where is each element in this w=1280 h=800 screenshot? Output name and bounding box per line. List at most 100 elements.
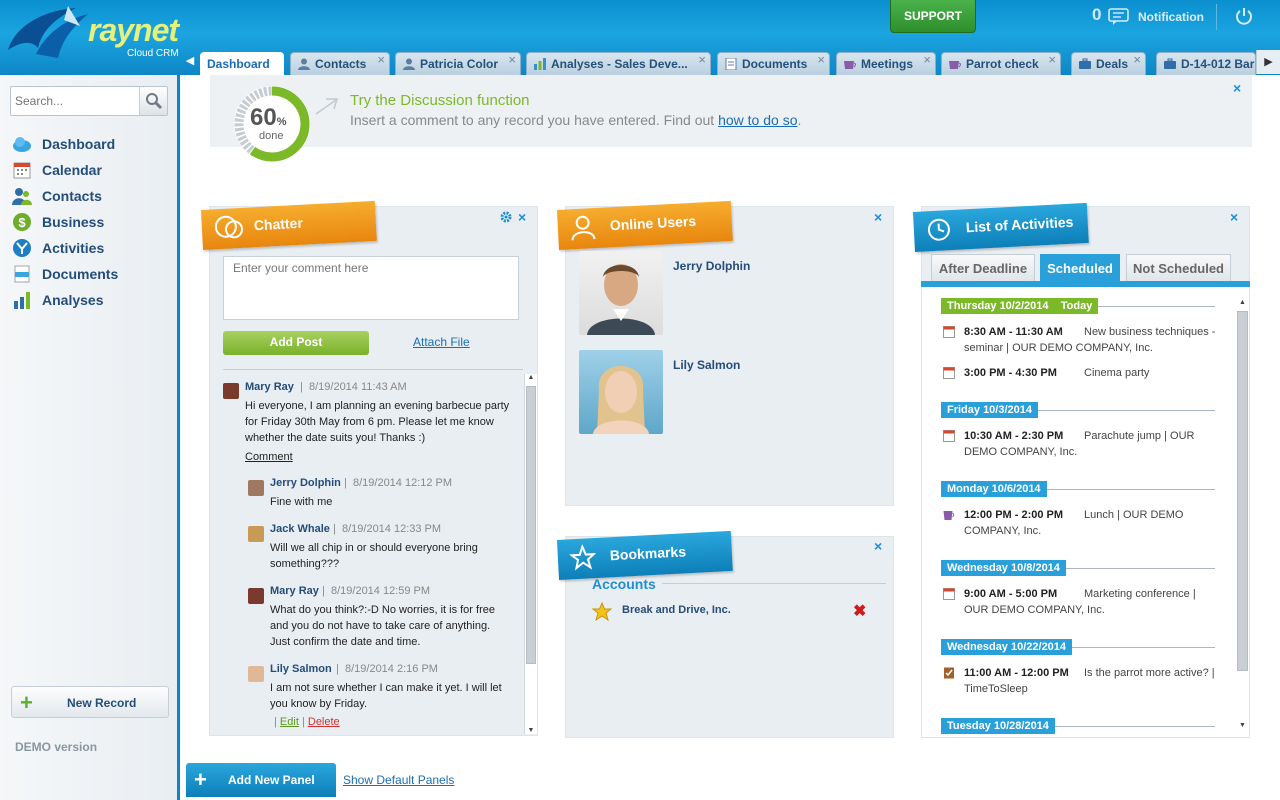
close-icon[interactable]: × xyxy=(1133,53,1141,71)
bookmarks-section-heading: Accounts xyxy=(592,576,656,592)
bookmark-item[interactable]: Break and Drive, Inc. xyxy=(622,604,731,616)
post-author[interactable]: Lily Salmon xyxy=(270,663,332,675)
demo-version-label: DEMO version xyxy=(15,740,98,754)
scroll-down-icon[interactable]: ▼ xyxy=(525,727,537,734)
post-text: Will we all chip in or should everyone b… xyxy=(270,542,478,570)
show-default-panels-link[interactable]: Show Default Panels xyxy=(343,773,454,787)
chat-bubble-icon xyxy=(214,215,244,239)
sidebar-item-documents[interactable]: Documents xyxy=(12,263,172,285)
tab-patricia-color[interactable]: Patricia Color × xyxy=(395,52,521,75)
comment-link[interactable]: Comment xyxy=(245,449,293,465)
bookmarks-close-icon[interactable]: × xyxy=(874,538,882,554)
support-button[interactable]: SUPPORT xyxy=(890,0,976,33)
chatter-close-icon[interactable]: × xyxy=(518,209,526,225)
online-users-title: Online Users xyxy=(609,212,697,234)
plus-icon: + xyxy=(194,767,207,792)
post-author[interactable]: Jack Whale xyxy=(270,523,330,535)
scrollbar-thumb[interactable] xyxy=(526,386,536,664)
tab-deal-d-14-012[interactable]: D-14-012 Bar xyxy=(1156,52,1256,75)
edit-link[interactable]: Edit xyxy=(280,716,299,728)
tab-parrot-check[interactable]: Parrot check × xyxy=(941,52,1061,75)
close-icon[interactable]: × xyxy=(698,53,706,71)
gear-icon[interactable] xyxy=(500,211,512,223)
sidebar-item-contacts[interactable]: Contacts xyxy=(12,185,172,207)
new-record-button[interactable]: + New Record xyxy=(11,686,169,718)
sidebar-item-label: Analyses xyxy=(42,292,104,308)
activities-close-icon[interactable]: × xyxy=(1230,209,1238,225)
tab-scroll-right-icon[interactable]: ▶ xyxy=(1256,50,1280,74)
tab-label: Contacts xyxy=(315,57,367,71)
add-new-panel-button[interactable]: + Add New Panel xyxy=(186,763,336,797)
tab-underline xyxy=(921,281,1250,287)
add-post-button[interactable]: Add Post xyxy=(223,331,369,355)
close-icon[interactable]: × xyxy=(817,53,825,71)
calendar-icon xyxy=(13,162,31,179)
post-author[interactable]: Jerry Dolphin xyxy=(270,477,341,489)
delete-link[interactable]: Delete xyxy=(308,716,340,728)
chatter-feed: Mary Ray | 8/19/2014 11:43 AM Hi everyon… xyxy=(218,374,523,734)
day-header: Wednesday 10/22/2014 xyxy=(941,639,1073,655)
user-icon xyxy=(571,215,596,241)
sidebar-item-label: Dashboard xyxy=(42,136,116,152)
tab-dashboard[interactable]: Dashboard xyxy=(200,52,284,75)
tab-contacts[interactable]: Contacts × xyxy=(290,52,390,75)
close-icon[interactable]: × xyxy=(508,53,516,71)
add-new-panel-label: Add New Panel xyxy=(228,773,315,787)
tab-after-deadline[interactable]: After Deadline xyxy=(931,254,1035,281)
tab-deals[interactable]: Deals × xyxy=(1071,52,1146,75)
post-date-value: 8/19/2014 12:12 PM xyxy=(352,477,453,489)
activities-title: List of Activities xyxy=(965,213,1074,236)
close-icon[interactable]: × xyxy=(1048,53,1056,71)
post-author[interactable]: Mary Ray xyxy=(270,585,319,597)
attach-file-link[interactable]: Attach File xyxy=(413,335,470,349)
sidebar-item-activities[interactable]: Activities xyxy=(12,237,172,259)
tab-bar: ◀ Dashboard Contacts × Patricia Color × An… xyxy=(182,50,1280,75)
chatter-scrollbar[interactable]: ▲ ▼ xyxy=(524,374,537,734)
tab-label: Analyses - Sales Deve... xyxy=(551,57,688,71)
activity-description: Parachute jump | OUR DEMO COMPANY, Inc. xyxy=(964,430,1195,458)
notification-icon[interactable] xyxy=(1108,8,1130,26)
scroll-up-icon[interactable]: ▲ xyxy=(525,374,537,381)
scroll-up-icon[interactable]: ▲ xyxy=(1236,299,1249,306)
power-icon[interactable] xyxy=(1235,7,1253,25)
percent-sign: % xyxy=(276,116,287,128)
briefcase-icon xyxy=(1079,58,1091,69)
post-author[interactable]: Mary Ray xyxy=(245,381,294,393)
progress-percent: 60% xyxy=(250,104,286,132)
tab-meetings[interactable]: Meetings × xyxy=(836,52,936,75)
notification-label[interactable]: Notification xyxy=(1138,10,1204,24)
sidebar-item-analyses[interactable]: Analyses xyxy=(12,289,172,311)
person-icon xyxy=(298,58,310,70)
header-divider xyxy=(1216,4,1217,30)
scroll-down-icon[interactable]: ▼ xyxy=(1236,722,1249,729)
scrollbar-thumb[interactable] xyxy=(1237,311,1248,671)
tab-not-scheduled[interactable]: Not Scheduled xyxy=(1126,254,1231,281)
raynet-logo[interactable]: raynet Cloud CRM xyxy=(6,4,181,62)
tab-documents[interactable]: Documents × xyxy=(717,52,830,75)
calendar-icon xyxy=(943,430,955,442)
search-button[interactable] xyxy=(139,87,167,115)
sidebar-item-dashboard[interactable]: Dashboard xyxy=(12,133,172,155)
close-icon[interactable]: × xyxy=(923,53,931,71)
sidebar-item-business[interactable]: $ Business xyxy=(12,211,172,233)
online-user-name[interactable]: Jerry Dolphin xyxy=(673,259,750,273)
activities-scrollbar[interactable]: ▲ ▼ xyxy=(1236,299,1249,729)
user-photo[interactable] xyxy=(579,350,663,434)
notification-count: 0 xyxy=(1092,5,1102,24)
close-icon[interactable]: × xyxy=(377,53,385,71)
day-label: Monday 10/6/2014 xyxy=(947,483,1041,495)
delete-bookmark-icon[interactable]: ✖ xyxy=(853,601,866,621)
tab-scheduled[interactable]: Scheduled xyxy=(1040,254,1120,281)
tab-scroll-left-icon[interactable]: ◀ xyxy=(182,50,198,75)
user-photo[interactable] xyxy=(579,251,663,335)
sidebar-item-calendar[interactable]: Calendar xyxy=(12,159,172,181)
comment-input[interactable]: Enter your comment here xyxy=(223,256,519,320)
tab-analyses[interactable]: Analyses - Sales Deve... × xyxy=(526,52,711,75)
search-input[interactable] xyxy=(11,87,139,115)
star-icon xyxy=(592,602,612,621)
banner-close-icon[interactable]: × xyxy=(1233,80,1241,96)
avatar xyxy=(248,588,264,604)
online-user-name[interactable]: Lily Salmon xyxy=(673,358,740,372)
online-users-close-icon[interactable]: × xyxy=(874,209,882,225)
how-to-link[interactable]: how to do so xyxy=(718,112,797,128)
